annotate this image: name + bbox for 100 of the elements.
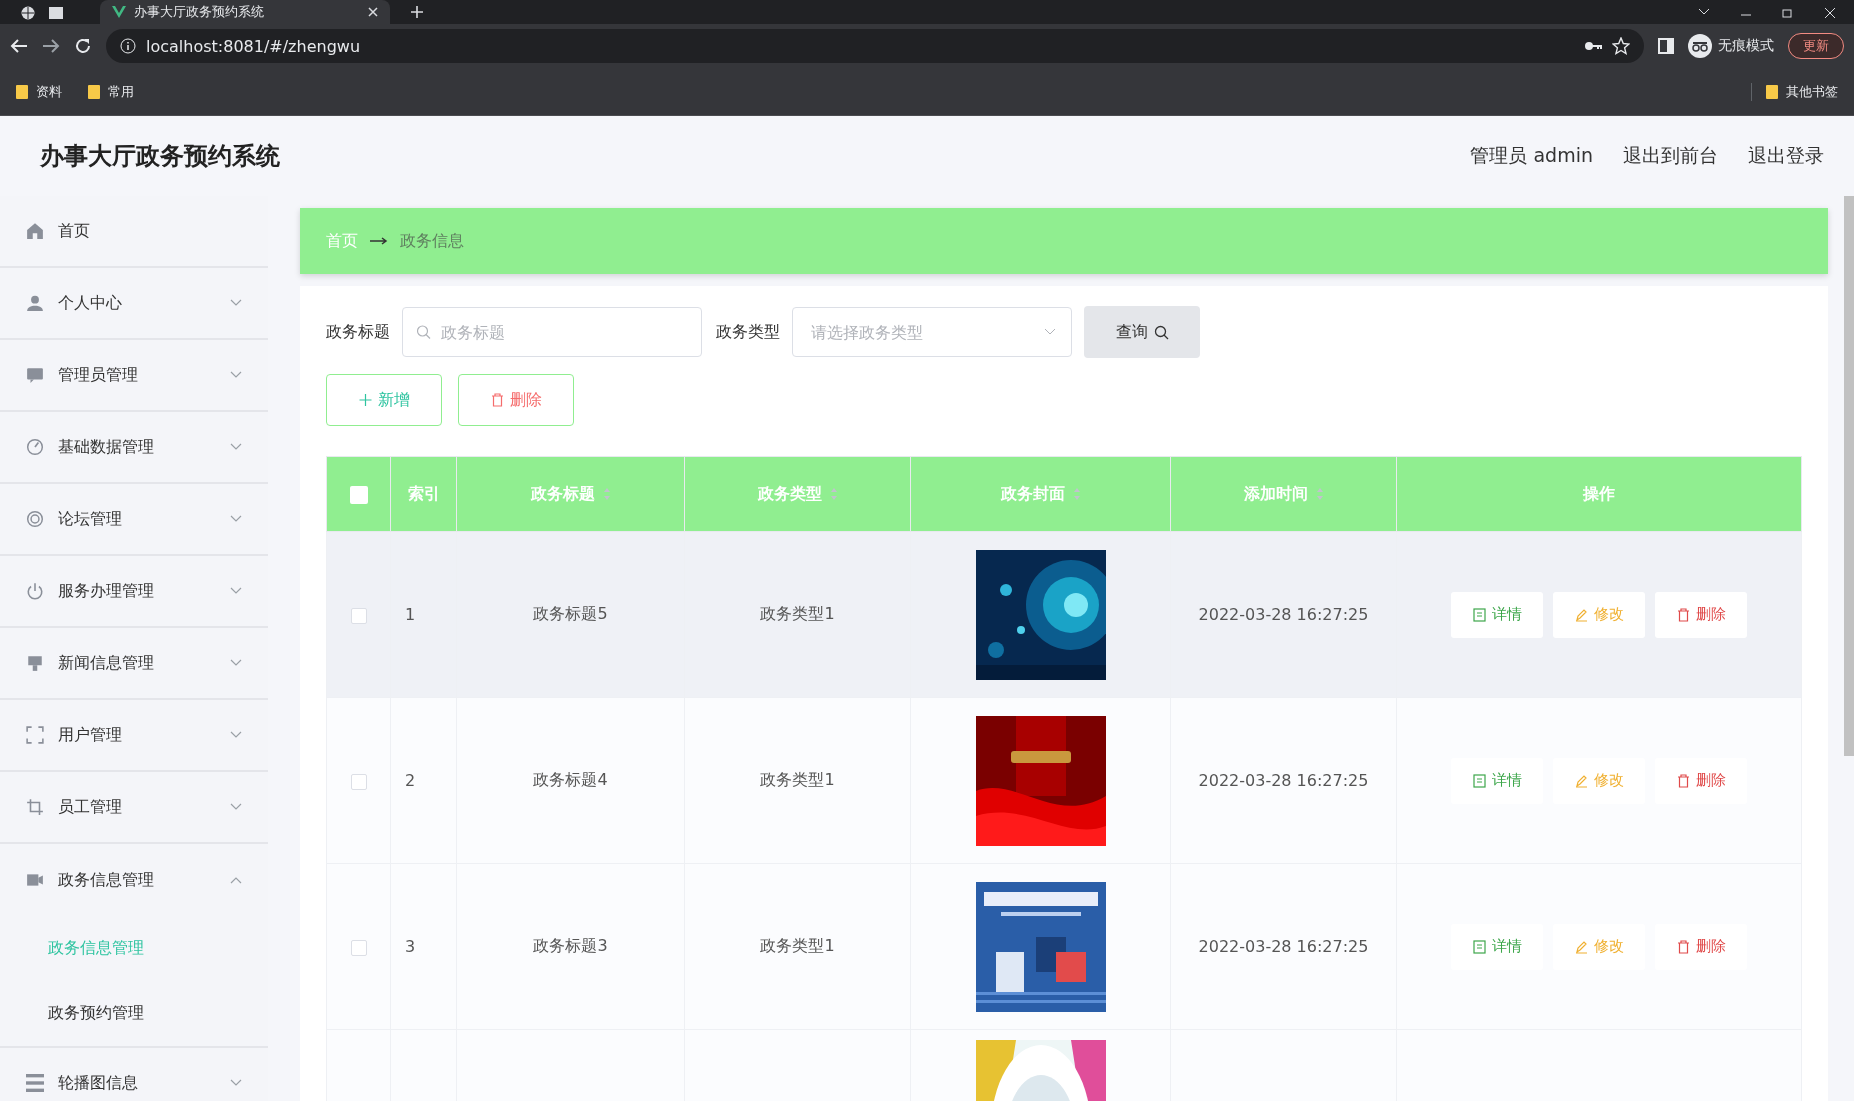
- restore-icon[interactable]: [1782, 8, 1794, 18]
- window-icon[interactable]: [48, 6, 64, 20]
- field-label: 政务类型: [716, 321, 780, 343]
- chevron-icon: [230, 659, 242, 667]
- table-cell: 2: [405, 771, 416, 790]
- table-cell: 2022-03-28 16:27:25: [1198, 605, 1369, 624]
- person-icon: [26, 294, 44, 312]
- chevron-icon: [230, 515, 242, 523]
- sidebar-item[interactable]: 服务办理管理: [0, 556, 268, 628]
- pencil-icon: [1574, 773, 1588, 788]
- search-button[interactable]: 查询: [1084, 306, 1200, 358]
- chat-icon: [26, 366, 44, 384]
- new-tab-icon[interactable]: [410, 5, 424, 19]
- chevron-icon: [230, 371, 242, 379]
- monitor-icon: [26, 654, 44, 672]
- sidebar-icon[interactable]: [1658, 38, 1674, 54]
- arrow-icon: [370, 237, 388, 245]
- plus-icon: [358, 393, 372, 407]
- table-cell: 政务标题4: [533, 770, 608, 789]
- search-icon: [1153, 324, 1169, 340]
- sidebar-item[interactable]: 用户管理: [0, 700, 268, 772]
- document-icon: [1472, 939, 1486, 954]
- pencil-icon: [1574, 607, 1588, 622]
- chevron-icon: [1044, 328, 1056, 336]
- reload-icon[interactable]: [74, 37, 92, 55]
- row-checkbox[interactable]: [350, 939, 367, 956]
- chevron-icon: [230, 803, 242, 811]
- chevron-icon: [230, 876, 242, 884]
- gauge-icon: [26, 438, 44, 456]
- delete-button[interactable]: 删除: [1655, 757, 1747, 804]
- folder-icon: [88, 84, 100, 99]
- table-cell: 2022-03-28 16:27:25: [1198, 937, 1369, 956]
- chevron-icon: [230, 443, 242, 451]
- header-link[interactable]: 退出登录: [1748, 143, 1824, 169]
- delete-button[interactable]: 删除: [1655, 923, 1747, 970]
- sidebar-item[interactable]: 管理员管理: [0, 340, 268, 412]
- submenu-item[interactable]: 政务预约管理: [0, 981, 268, 1046]
- sidebar-item[interactable]: 政务信息管理: [0, 844, 268, 916]
- document-icon: [1472, 607, 1486, 622]
- sidebar-item[interactable]: 个人中心: [0, 268, 268, 340]
- chevron-icon: [230, 731, 242, 739]
- close-icon[interactable]: [1824, 8, 1836, 18]
- star-icon[interactable]: [1612, 37, 1630, 55]
- search-field[interactable]: 政务标题: [402, 307, 702, 357]
- sidebar-item[interactable]: 员工管理: [0, 772, 268, 844]
- folder-icon: [16, 84, 28, 99]
- sidebar-item[interactable]: 论坛管理: [0, 484, 268, 556]
- close-icon[interactable]: [368, 7, 378, 17]
- address-bar[interactable]: localhost:8081/#/zhengwu: [106, 29, 1644, 63]
- app-title: 办事大厅政务预约系统: [40, 141, 280, 172]
- key-icon[interactable]: [1584, 40, 1602, 52]
- back-icon[interactable]: [10, 38, 28, 54]
- sidebar-item[interactable]: 新闻信息管理: [0, 628, 268, 700]
- chevron-icon: [230, 1079, 242, 1087]
- forward-icon[interactable]: [42, 38, 60, 54]
- trash-icon: [1676, 607, 1690, 622]
- row-checkbox[interactable]: [350, 773, 367, 790]
- search-icon: [416, 324, 431, 340]
- bookmark[interactable]: 其他书签: [1751, 82, 1838, 101]
- select-all-checkbox[interactable]: [349, 485, 368, 504]
- browser-tab[interactable]: 办事大厅政务预约系统: [100, 0, 390, 24]
- incognito-icon: [1688, 34, 1712, 58]
- table-cell: 政务类型1: [760, 936, 835, 955]
- trash-icon: [490, 393, 504, 407]
- column-header: 索引: [390, 456, 457, 532]
- update-button[interactable]: 更新: [1788, 33, 1844, 59]
- header-link[interactable]: 管理员 admin: [1470, 143, 1593, 169]
- table-cell: 2022-03-28 16:27:25: [1198, 771, 1369, 790]
- bookmark[interactable]: 常用: [88, 82, 134, 101]
- list-icon: [26, 1074, 44, 1092]
- delete-button[interactable]: 删除: [1655, 591, 1747, 638]
- v-logo-icon: [112, 6, 126, 18]
- crop-icon: [26, 798, 44, 816]
- bookmark[interactable]: 资料: [16, 82, 62, 101]
- home-icon: [26, 222, 44, 240]
- sidebar-item[interactable]: 首页: [0, 196, 268, 268]
- sidebar-item[interactable]: 轮播图信息: [0, 1048, 268, 1101]
- scrollbar[interactable]: [1844, 196, 1854, 756]
- camera-icon: [26, 871, 44, 889]
- table-cell: 政务类型1: [760, 604, 835, 623]
- globe-icon[interactable]: [20, 6, 36, 20]
- field-label: 政务标题: [326, 321, 390, 343]
- sidebar-item[interactable]: 基础数据管理: [0, 412, 268, 484]
- header-link[interactable]: 退出到前台: [1623, 143, 1718, 169]
- table-cell: 政务标题5: [533, 604, 608, 623]
- chevron-icon[interactable]: [1698, 8, 1710, 16]
- info-icon: [120, 38, 136, 54]
- type-dropdown[interactable]: 请选择政务类型: [792, 307, 1072, 357]
- ring-icon: [26, 510, 44, 528]
- trash-icon: [1676, 939, 1690, 954]
- row-checkbox[interactable]: [350, 607, 367, 624]
- table-cell: 1: [405, 605, 416, 624]
- column-header: 操作: [1396, 456, 1802, 532]
- chevron-icon: [230, 299, 242, 307]
- incognito-badge[interactable]: 无痕模式: [1688, 34, 1774, 58]
- table-cell: 政务类型1: [760, 770, 835, 789]
- table-cell: 政务标题3: [533, 936, 608, 955]
- trash-icon: [1676, 773, 1690, 788]
- document-icon: [1472, 773, 1486, 788]
- frame-icon: [26, 726, 44, 744]
